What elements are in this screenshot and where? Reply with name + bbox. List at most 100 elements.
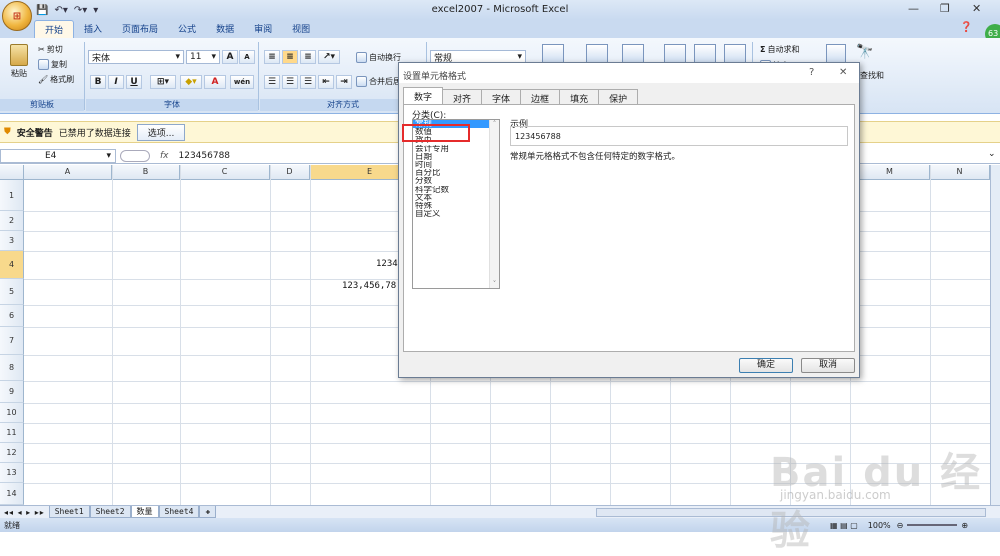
scroll-down-icon[interactable]: ˅: [490, 280, 499, 288]
fill-color-button[interactable]: ◆▾: [180, 75, 202, 89]
font-color-button[interactable]: A: [204, 75, 226, 89]
sheet-tab[interactable]: Sheet2: [89, 506, 131, 518]
dialog-close-button[interactable]: ✕: [839, 67, 847, 78]
row-header[interactable]: 8: [0, 355, 24, 381]
category-item[interactable]: 文本: [413, 194, 499, 202]
tab-home[interactable]: 开始: [34, 20, 75, 38]
tab-formulas[interactable]: 公式: [168, 20, 206, 38]
row-header[interactable]: 2: [0, 211, 24, 231]
align-left-icon: ☰: [267, 77, 277, 87]
category-item[interactable]: 时间: [413, 161, 499, 169]
sheet-tab[interactable]: Sheet4: [158, 506, 200, 518]
scroll-up-icon[interactable]: ˄: [490, 120, 499, 128]
align-right-button[interactable]: ☰: [300, 75, 316, 89]
decrease-indent-button[interactable]: ⇤: [318, 75, 334, 89]
align-center-button[interactable]: ☰: [282, 75, 298, 89]
align-top-button[interactable]: ≡: [264, 50, 280, 64]
find-select-label[interactable]: 查找和: [860, 70, 884, 81]
sheet-nav-icon[interactable]: ◂◂ ◂ ▸ ▸▸: [0, 508, 49, 517]
category-list[interactable]: 常规 数值 货币 会计专用 日期 时间 百分比 分数 科学记数 文本 特殊 自定…: [412, 119, 500, 289]
cell-e5[interactable]: 123,456,78: [342, 281, 396, 291]
name-box[interactable]: E4 ▾: [0, 148, 116, 163]
row-header[interactable]: 5: [0, 279, 24, 305]
bold-button[interactable]: B: [90, 75, 106, 89]
tab-insert[interactable]: 插入: [74, 20, 112, 38]
borders-button[interactable]: ⊞▾: [150, 75, 176, 89]
row-header[interactable]: 12: [0, 443, 24, 463]
sheet-tab[interactable]: Sheet1: [48, 506, 90, 518]
close-icon[interactable]: ✕: [972, 2, 981, 15]
cut-button[interactable]: ✂ 剪切: [38, 44, 63, 55]
expand-formula-icon[interactable]: ⌄: [988, 149, 996, 159]
insert-sheet-icon[interactable]: ✚: [199, 506, 217, 518]
row-header[interactable]: 4: [0, 251, 24, 279]
align-bottom-button[interactable]: ≡: [300, 50, 316, 64]
italic-button[interactable]: I: [108, 75, 124, 89]
category-item[interactable]: 科学记数: [413, 186, 499, 194]
cancel-button[interactable]: 取消: [801, 358, 855, 373]
grow-font-button[interactable]: A: [222, 50, 238, 64]
paste-button[interactable]: 粘贴: [6, 44, 32, 79]
align-middle-button[interactable]: ≡: [282, 50, 298, 64]
office-button[interactable]: ⊞: [2, 1, 32, 31]
autosum-button[interactable]: Σ 自动求和: [760, 44, 799, 55]
column-header[interactable]: M: [850, 165, 930, 180]
category-item[interactable]: 分数: [413, 177, 499, 185]
shrink-font-button[interactable]: A: [239, 50, 255, 64]
row-header[interactable]: 13: [0, 463, 24, 483]
options-button[interactable]: 选项...: [136, 123, 186, 141]
orientation-button[interactable]: ↗▾: [318, 50, 340, 64]
column-header[interactable]: A: [24, 165, 112, 180]
help-icon[interactable]: ❓: [960, 22, 972, 33]
row-header[interactable]: 7: [0, 327, 24, 355]
tab-review[interactable]: 审阅: [244, 20, 282, 38]
tab-font[interactable]: 字体: [481, 89, 522, 105]
row-header[interactable]: 11: [0, 423, 24, 443]
underline-button[interactable]: U: [126, 75, 142, 89]
list-scrollbar[interactable]: ˄ ˅: [489, 120, 499, 288]
category-item[interactable]: 百分比: [413, 169, 499, 177]
fx-icon[interactable]: fx: [160, 151, 169, 161]
sheet-tab-active[interactable]: 数量: [130, 506, 159, 518]
find-icon[interactable]: 🔭: [856, 44, 873, 60]
row-header[interactable]: 6: [0, 305, 24, 327]
row-header[interactable]: 14: [0, 483, 24, 505]
column-header[interactable]: N: [930, 165, 990, 180]
phonetic-button[interactable]: wén: [230, 75, 254, 89]
ok-button[interactable]: 确定: [739, 358, 793, 373]
row-header[interactable]: 9: [0, 381, 24, 403]
minimize-icon[interactable]: —: [908, 2, 919, 15]
expand-icon[interactable]: [120, 149, 150, 162]
align-left-button[interactable]: ☰: [264, 75, 280, 89]
increase-indent-button[interactable]: ⇥: [336, 75, 352, 89]
restore-icon[interactable]: ❐: [940, 2, 950, 15]
category-item[interactable]: 会计专用: [413, 145, 499, 153]
tab-page-layout[interactable]: 页面布局: [112, 20, 168, 38]
row-header[interactable]: 10: [0, 403, 24, 423]
tab-data[interactable]: 数据: [206, 20, 244, 38]
tab-view[interactable]: 视图: [282, 20, 320, 38]
column-header[interactable]: C: [180, 165, 270, 180]
row-header[interactable]: 3: [0, 231, 24, 251]
group-label-font: 字体: [86, 99, 258, 111]
category-item[interactable]: 自定义: [413, 210, 499, 218]
font-size-select[interactable]: 11 ▾: [186, 50, 220, 64]
wrap-text-button[interactable]: 自动换行: [356, 52, 401, 63]
category-item[interactable]: 特殊: [413, 202, 499, 210]
font-name-select[interactable]: 宋体 ▾: [88, 50, 184, 64]
copy-button[interactable]: 复制: [38, 59, 67, 70]
tab-protection[interactable]: 保护: [598, 89, 639, 105]
column-header[interactable]: B: [112, 165, 180, 180]
tab-alignment[interactable]: 对齐: [442, 89, 483, 105]
column-header[interactable]: D: [270, 165, 310, 180]
category-item[interactable]: 日期: [413, 153, 499, 161]
row-header[interactable]: 1: [0, 180, 24, 211]
tab-border[interactable]: 边框: [520, 89, 561, 105]
format-painter-button[interactable]: 🖌 格式刷: [38, 74, 74, 85]
tab-number[interactable]: 数字: [403, 87, 444, 104]
tab-fill[interactable]: 填充: [559, 89, 600, 105]
help-button[interactable]: ?: [809, 67, 814, 78]
select-all-corner[interactable]: [0, 165, 24, 180]
cell-e4[interactable]: 1234: [376, 259, 398, 269]
formula-input[interactable]: 123456788: [179, 151, 231, 161]
